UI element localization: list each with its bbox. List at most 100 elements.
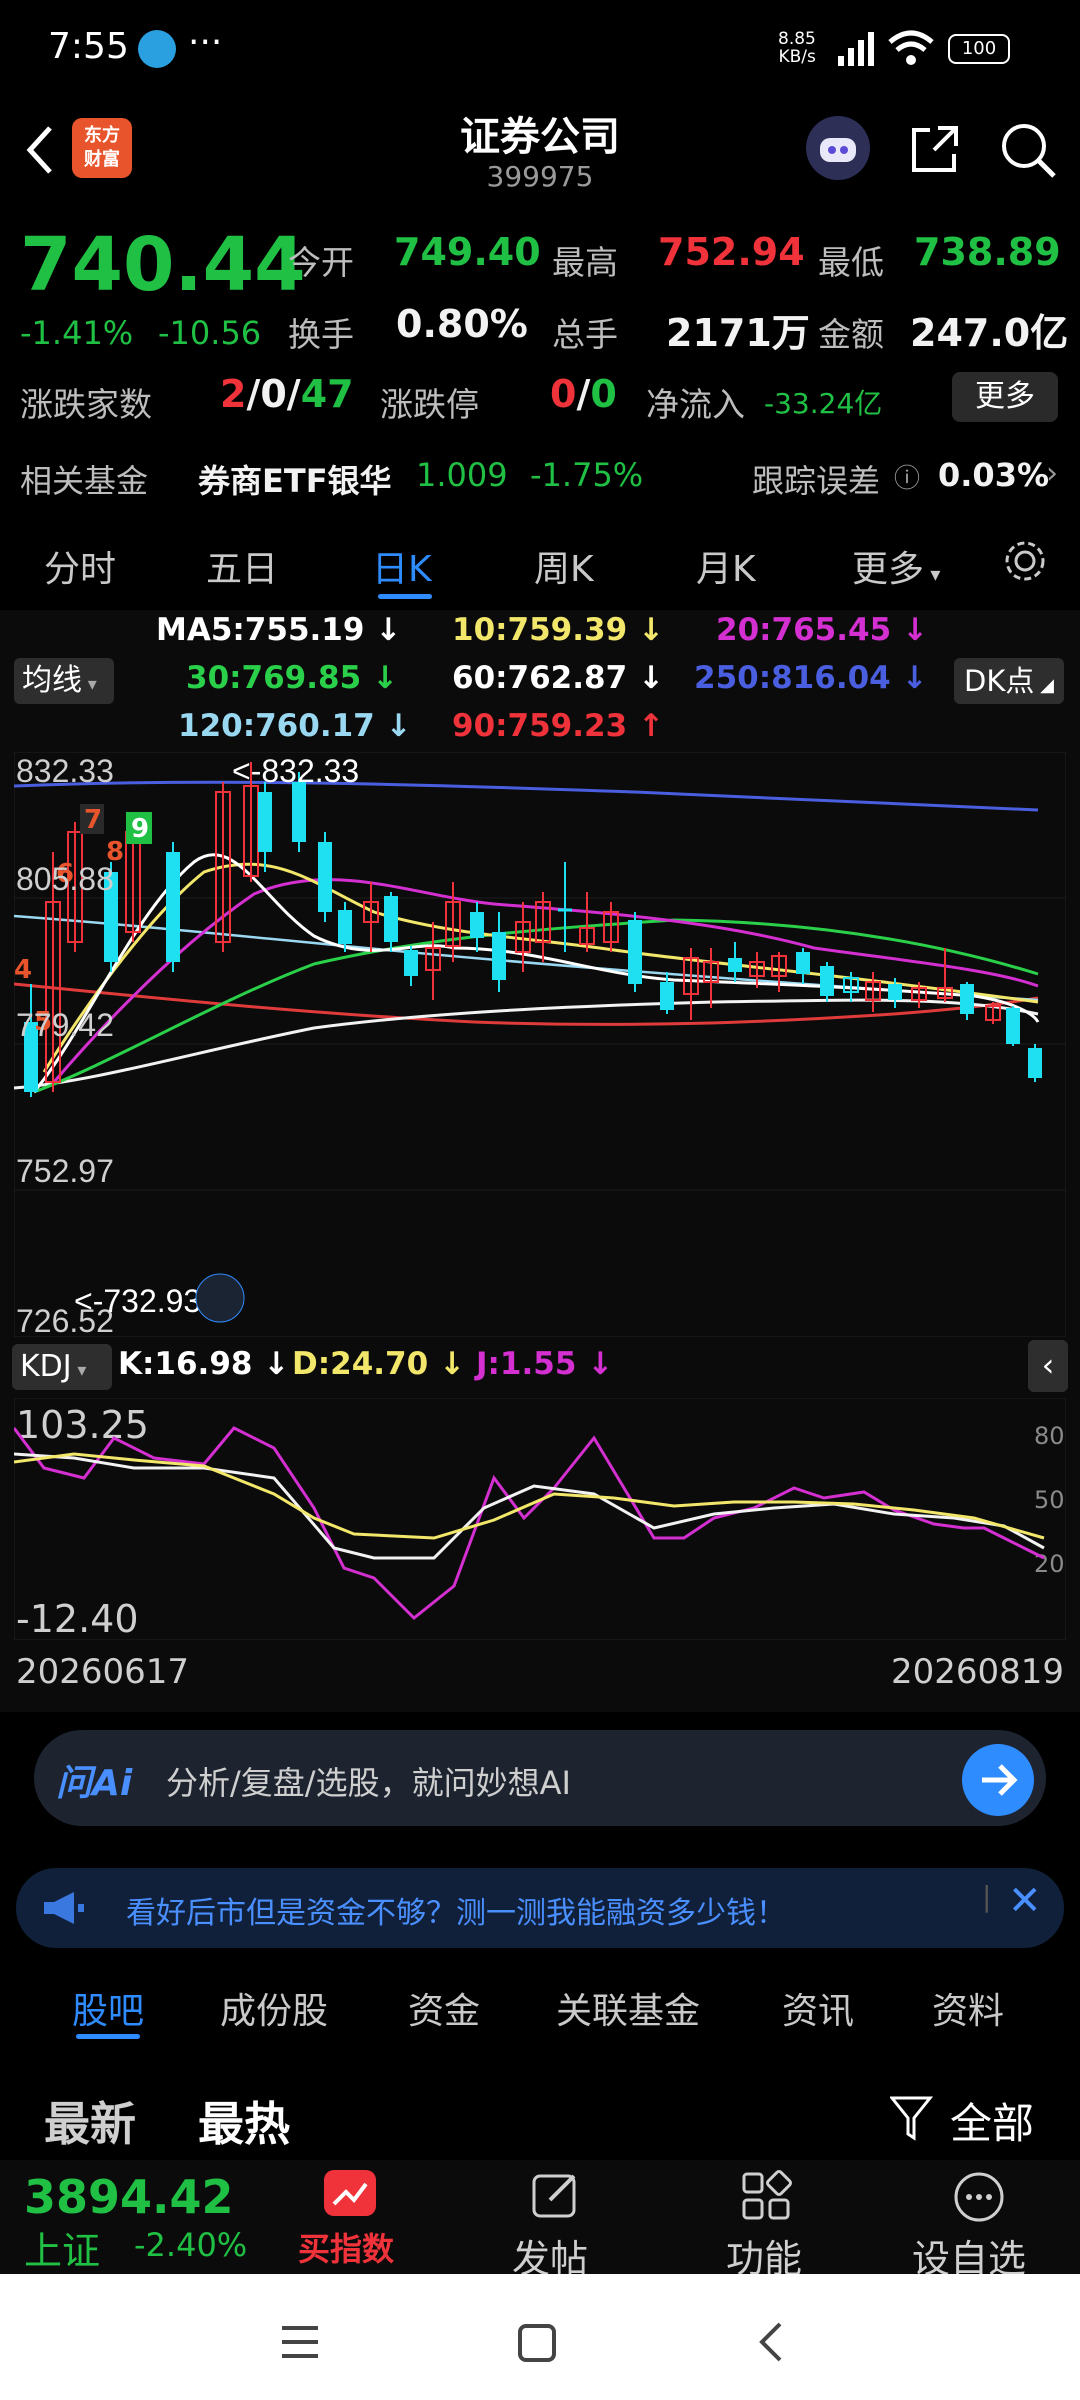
tab-weekly-k[interactable]: 周K (534, 540, 594, 592)
close-icon[interactable]: ✕ (1008, 1878, 1042, 1924)
index-name: 上证 (24, 2229, 101, 2273)
netflow-value: -33.24亿 (764, 387, 883, 420)
status-bar: 7:55 ··· 8.85 KB/s 100 (0, 0, 1080, 100)
ma20-value: 20:765.45 ↓ (716, 612, 928, 648)
high-label: 最高 (552, 243, 618, 282)
sort-latest[interactable]: 最新 (44, 2088, 136, 2154)
tab-daily-k[interactable]: 日K (372, 540, 432, 592)
ma5-value: MA5:755.19 ↓ (156, 612, 402, 648)
kdj-chart[interactable]: 805020 103.25-12.40 (14, 1398, 1066, 1640)
more-notifications-icon: ··· (188, 22, 223, 63)
filter-all[interactable]: 全部 (950, 2090, 1034, 2151)
dk-points-button[interactable]: DK点 ◢ (954, 658, 1064, 704)
home-icon[interactable] (516, 2322, 560, 2366)
y-axis-tick: 805.88 (16, 861, 114, 897)
wifi-icon (888, 30, 934, 65)
tab-intraday[interactable]: 分时 (44, 540, 116, 592)
ai-submit-button[interactable] (962, 1744, 1034, 1816)
change-amount: -10.56 (158, 314, 262, 352)
amount-label: 金额 (818, 315, 884, 354)
kdj-d-value: D:24.70 ↓ (292, 1346, 465, 1382)
functions-button[interactable]: 功能 (722, 2168, 822, 2281)
add-watchlist-button[interactable]: 设自选 (906, 2168, 1056, 2281)
breadth-label: 涨跌家数 (20, 385, 152, 424)
ma-selector[interactable]: 均线 ▾ (14, 658, 114, 704)
more-button[interactable]: 更多 (952, 372, 1058, 422)
tracking-error-label: 跟踪误差 (752, 462, 881, 500)
ma30-value: 30:769.85 ↓ (186, 660, 398, 696)
collapse-arrow-icon[interactable]: ‹ (1028, 1340, 1068, 1392)
search-icon[interactable] (998, 120, 1058, 180)
help-icon[interactable]: ⓘ (894, 458, 920, 495)
more-circle-icon (954, 2172, 1004, 2222)
index-ticker[interactable]: 3894.42 上证 -2.40% (24, 2170, 254, 2273)
tab-guba[interactable]: 股吧 (72, 1982, 144, 2034)
indicator-selector[interactable]: KDJ ▾ (12, 1344, 112, 1390)
change-percent: -1.41% (20, 314, 134, 352)
post-button[interactable]: 发帖 (508, 2168, 608, 2281)
buy-index-button[interactable]: 买指数 (296, 2168, 406, 2268)
edit-icon (532, 2174, 576, 2218)
volume-value: 2171万 (666, 311, 810, 355)
volume-label: 总手 (552, 315, 618, 354)
kdj-ymax: 103.25 (16, 1403, 149, 1447)
tab-more[interactable]: 更多 ▾ (852, 540, 940, 592)
active-tab-indicator (76, 2034, 140, 2039)
breadth-value: 2/0/47 (220, 372, 354, 416)
chart-end-date: 20260819 (890, 1652, 1064, 1692)
svg-text:4: 4 (14, 955, 32, 985)
y-axis-tick: 832.33 (16, 753, 114, 789)
kdj-ymin: -12.40 (16, 1597, 139, 1640)
chevron-right-icon: › (1046, 456, 1058, 491)
tab-news[interactable]: 资讯 (782, 1982, 854, 2034)
sort-hot[interactable]: 最热 (198, 2088, 290, 2154)
battery-icon: 100 (948, 34, 1010, 64)
high-marker: <-832.33 (232, 753, 359, 789)
index-value: 3894.42 (24, 2170, 234, 2224)
y-axis-tick: 752.97 (16, 1153, 114, 1189)
share-icon[interactable] (908, 120, 964, 176)
tab-constituents[interactable]: 成份股 (220, 1982, 328, 2034)
megaphone-icon (44, 1892, 84, 1924)
filter-icon[interactable] (890, 2094, 934, 2142)
ma250-value: 250:816.04 ↓ (694, 660, 928, 696)
ma10-value: 10:759.39 ↓ (452, 612, 664, 648)
nav-back-icon[interactable] (752, 2318, 792, 2368)
limit-label: 涨跌停 (380, 385, 479, 424)
related-fund-row[interactable]: 相关基金 券商ETF银华 1.009 -1.75% 跟踪误差 ⓘ 0.03% › (0, 448, 1080, 508)
trend-up-icon (324, 2170, 376, 2216)
index-pct: -2.40% (134, 2226, 248, 2264)
tab-five-day[interactable]: 五日 (206, 540, 278, 592)
candlestick-chart[interactable]: 7 8 9 6 4 5 832.33 805.88 779.42 752.97 … (14, 752, 1066, 1337)
kdj-k-value: K:16.98 ↓ (118, 1346, 290, 1382)
tab-profile[interactable]: 资料 (932, 1982, 1004, 2034)
fund-pct: -1.75% (530, 456, 644, 494)
tab-funds-flow[interactable]: 资金 (408, 1982, 480, 2034)
ma120-value: 120:760.17 ↓ (178, 708, 412, 744)
tab-related-funds[interactable]: 关联基金 (556, 1982, 700, 2034)
svg-text:9: 9 (131, 814, 149, 844)
promo-text: 看好后市但是资金不够？测一测我能融资多少钱！ (126, 1896, 786, 1931)
ai-assistant-icon[interactable] (806, 116, 870, 180)
ai-placeholder: 分析/复盘/选股，就问妙想AI (166, 1764, 571, 1802)
fund-name: 券商ETF银华 (198, 462, 392, 500)
limit-value: 0/0 (550, 372, 617, 416)
kdj-j-value: J:1.55 ↓ (476, 1346, 614, 1382)
stock-code: 399975 (486, 160, 594, 193)
ai-question-input[interactable]: 问Ai 分析/复盘/选股，就问妙想AI (34, 1730, 1046, 1826)
menu-icon[interactable] (278, 2322, 326, 2362)
low-label: 最低 (818, 243, 884, 282)
telegram-icon (138, 30, 176, 68)
active-tab-indicator (378, 594, 432, 599)
svg-text:80: 80 (1034, 1422, 1065, 1450)
tab-monthly-k[interactable]: 月K (696, 540, 756, 592)
back-icon[interactable] (20, 120, 60, 180)
open-label: 今开 (288, 243, 354, 282)
open-value: 749.40 (394, 230, 541, 274)
amount-value: 247.0亿 (910, 311, 1069, 355)
divider: | (982, 1880, 992, 1913)
settings-icon[interactable] (1000, 536, 1050, 586)
signal-icon (838, 32, 874, 66)
promo-banner[interactable]: 看好后市但是资金不够？测一测我能融资多少钱！ | ✕ (16, 1868, 1064, 1948)
svg-text:50: 50 (1034, 1486, 1065, 1514)
